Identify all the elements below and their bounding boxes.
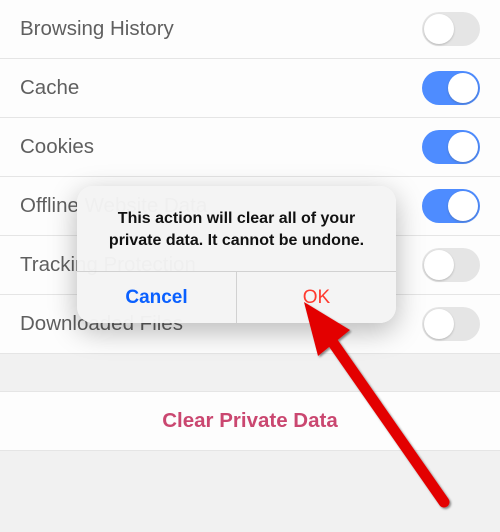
dialog-buttons: Cancel OK	[77, 271, 396, 323]
ok-button[interactable]: OK	[236, 272, 396, 323]
dialog-body: This action will clear all of your priva…	[77, 186, 396, 271]
cancel-button[interactable]: Cancel	[77, 272, 236, 323]
dialog-message: This action will clear all of your priva…	[97, 208, 376, 251]
confirm-dialog: This action will clear all of your priva…	[77, 186, 396, 323]
